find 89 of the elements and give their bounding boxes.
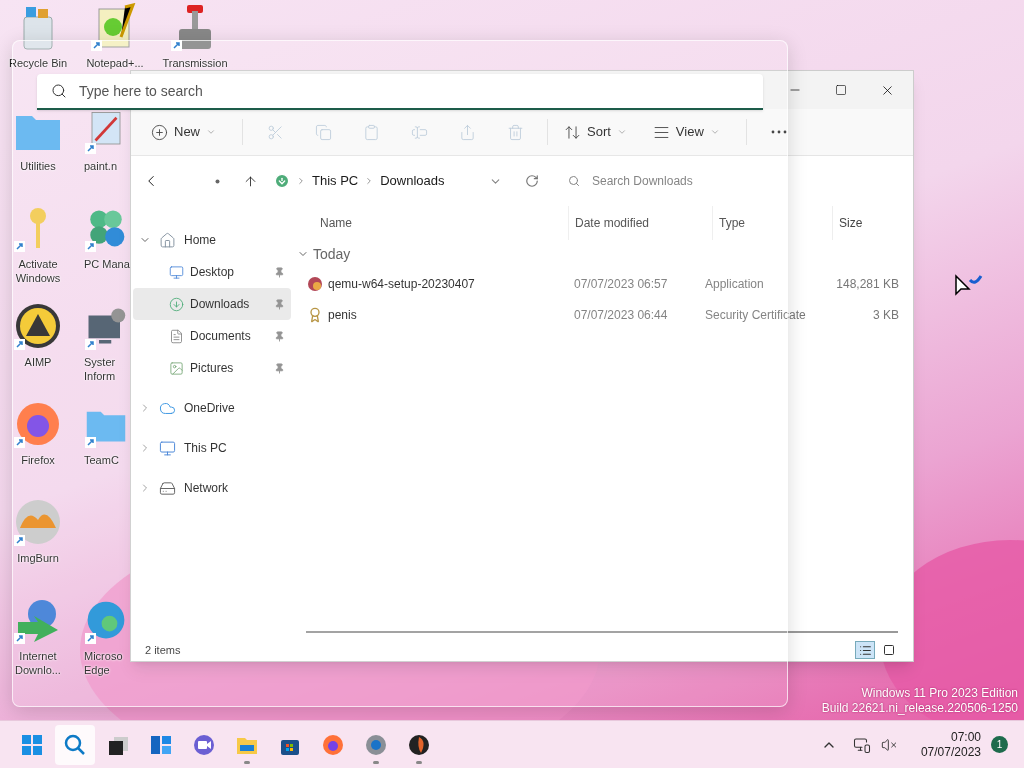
muted-speaker-icon [880,736,897,753]
desktop-icon-label[interactable]: Syster Inform [84,355,128,383]
search-icon [63,732,87,757]
triangle-logo-icon[interactable] [14,302,62,350]
sidebar-item[interactable]: OneDrive [133,392,291,424]
view-button[interactable]: View [644,116,728,148]
type-cell-text: Security Certificate [704,306,807,324]
monitor-icon [169,264,184,280]
watermark-text: Build 22621.ni_release.220506-1250 [821,701,1018,716]
size-cell-text: 3 KB [872,306,900,324]
breadcrumb-item[interactable]: Downloads [380,171,445,191]
breadcrumb-item[interactable]: This PC [312,171,359,191]
scissors-icon [266,123,284,141]
notification-badge[interactable]: 1 [991,736,1008,753]
picture-icon [169,360,184,376]
download-icon [274,173,290,189]
desktop-icon-label[interactable]: TeamC [84,453,128,467]
file-name-cell[interactable]: qemu-w64-setup-20230407 [307,274,555,293]
search-icon [51,83,67,99]
sort-button[interactable]: Sort [556,116,635,148]
sidebar-item[interactable]: This PC [133,432,291,464]
trash-icon [506,123,524,141]
busy-cursor-icon [954,274,984,298]
plus-circle-icon [151,123,168,141]
app-icon [407,732,431,757]
column-header[interactable]: Name [320,206,568,240]
rename-icon [410,123,428,141]
square-icon [883,644,895,656]
new-button[interactable]: New [143,116,224,148]
clock[interactable]: 07:00 07/07/2023 [920,729,981,760]
date-cell-text: 07/07/2023 06:57 [573,275,669,293]
sidebar-item[interactable]: Home [133,224,291,256]
search-downloads-field[interactable]: Search Downloads [562,166,772,196]
house-icon [159,231,176,249]
desktop-icon-label[interactable]: Recycle Bin [0,56,76,70]
column-header[interactable]: Type [712,206,832,240]
browser-logo-icon[interactable] [14,400,62,448]
group-header[interactable]: Today [291,240,916,268]
sidebar-item[interactable]: Desktop [133,256,291,288]
gear-icon [364,732,388,757]
network-drive-icon [159,479,176,497]
monitor-icon [159,439,176,457]
chevron-right-icon [296,176,306,186]
desktop-icon-label[interactable]: ImgBurn [0,551,76,565]
dot-icon [215,178,220,184]
desktop-icon-label[interactable]: Activate Windows [0,257,76,285]
search-field[interactable]: Type here to search [37,74,763,110]
sidebar-item[interactable]: Pictures [133,352,291,384]
clipboard-icon [362,123,380,141]
details-view-button[interactable] [855,641,875,659]
desktop-icon-label[interactable]: AIMP [0,355,76,369]
watermark-text: Windows 11 Pro 2023 Edition [861,686,1018,701]
browser-logo-icon [321,732,345,757]
horizontal-scrollbar[interactable] [306,631,898,633]
search-icon [568,175,580,187]
disc-icon[interactable] [14,498,62,546]
windows-logo-icon [20,732,44,757]
file-name-cell[interactable]: penis [307,305,555,324]
search-button[interactable] [55,724,95,765]
maximize-icon [835,84,847,96]
list-icon [858,643,872,657]
type-cell-text: Application [704,275,765,293]
desktop-icon-label[interactable]: Utilities [0,159,76,173]
desktop-icon-label[interactable]: Internet Downlo... [0,649,76,677]
desktop-icon-label[interactable]: Notepad+... [77,56,153,70]
video-chat-icon [192,732,216,757]
copy-icon [314,123,332,141]
item-count: 2 items [145,642,181,658]
date-cell-text: 07/07/2023 06:44 [573,306,669,324]
desktop-icon-label[interactable]: paint.n [84,159,128,173]
more-icon [770,130,787,134]
certificate-icon [307,306,323,323]
document-icon [169,328,184,344]
sidebar-item[interactable]: Documents [133,320,291,352]
desktop-icon-label[interactable]: Firefox [0,453,76,467]
address-bar[interactable]: This PC Downloads [270,166,506,196]
sort-arrows-icon [564,123,581,141]
share-icon [458,123,476,141]
download-icon [169,296,184,312]
refresh-icon [525,174,539,188]
sidebar-item[interactable]: Downloads [133,288,291,320]
column-header[interactable]: Date modified [568,206,712,240]
column-header[interactable]: Size [832,206,916,240]
desktop-icon-label[interactable]: PC Mana [84,257,128,271]
desktop-icon-label[interactable]: Microso Edge [84,649,128,677]
desktop-icon-label[interactable]: Transmission [157,56,233,70]
sidebar-item[interactable]: Network [133,472,291,504]
size-cell-text: 148,281 KB [835,275,900,293]
installer-icon [307,275,323,292]
